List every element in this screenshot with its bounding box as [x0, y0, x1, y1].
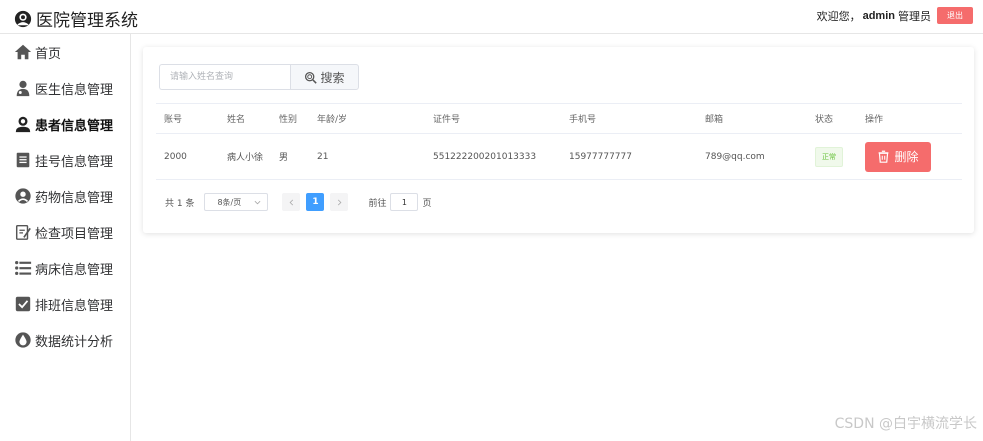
pagination-total: 共 1 条	[165, 198, 195, 209]
column-header: 邮箱	[697, 103, 807, 134]
delete-button-label: 删除	[894, 150, 919, 164]
table-header-row: 账号 姓名 性别 年龄/岁 证件号 手机号 邮箱 状态 操作	[156, 103, 962, 134]
username: admin	[862, 9, 895, 22]
sidebar-item-doctors[interactable]: 医生信息管理	[14, 75, 113, 101]
sidebar-item-registration[interactable]: 挂号信息管理	[14, 147, 113, 173]
cell-id-number: 551222200201013333	[425, 133, 561, 180]
app-title: 医院管理系统	[36, 11, 138, 31]
goto-label: 前往	[368, 198, 387, 209]
search-icon	[305, 71, 318, 84]
sidebar-item-label: 检查项目管理	[35, 226, 114, 242]
sidebar-item-label: 药物信息管理	[35, 190, 114, 206]
sidebar-item-home[interactable]: 首页	[14, 39, 61, 65]
sidebar-item-medicine[interactable]: 药物信息管理	[14, 183, 113, 209]
column-header: 账号	[156, 103, 219, 134]
top-header: 医院管理系统 欢迎您， admin 管理员 退出	[0, 0, 983, 34]
cell-email: 789@qq.com	[697, 133, 807, 180]
checklist-icon	[15, 224, 31, 240]
chevron-down-icon	[255, 200, 261, 204]
cell-account: 2000	[156, 133, 219, 180]
column-header: 性别	[271, 103, 309, 134]
delete-button[interactable]: 删除	[865, 141, 931, 172]
logout-button[interactable]: 退出	[937, 7, 973, 24]
cell-age: 21	[309, 133, 425, 180]
page-size-value: 8条/页	[217, 197, 242, 207]
cell-phone: 15977777777	[561, 133, 697, 180]
cell-name: 病人小徐	[219, 133, 271, 180]
trash-icon	[879, 150, 889, 163]
main-content: 请输入姓名查询 搜索 账号 姓名 性别 年龄/岁 证件号 手机号 邮箱 状态 操…	[131, 34, 983, 441]
sidebar-item-label: 医生信息管理	[35, 82, 114, 98]
sidebar-item-label: 排班信息管理	[35, 298, 114, 314]
column-header: 手机号	[561, 103, 697, 134]
sidebar: 首页 医生信息管理 患者信息管理 挂号信息管理 药物信息管理 检查项目管理 病床…	[0, 34, 131, 441]
column-header: 证件号	[425, 103, 561, 134]
patient-table: 账号 姓名 性别 年龄/岁 证件号 手机号 邮箱 状态 操作 2000 病人小徐…	[156, 103, 962, 180]
table-row: 2000 病人小徐 男 21 551222200201013333 159777…	[156, 133, 962, 180]
sidebar-item-beds[interactable]: 病床信息管理	[14, 255, 113, 281]
sidebar-item-label: 挂号信息管理	[35, 154, 114, 170]
column-header: 年龄/岁	[309, 103, 425, 134]
column-header: 状态	[807, 103, 857, 134]
sidebar-item-stats[interactable]: 数据统计分析	[14, 327, 113, 353]
sidebar-item-exams[interactable]: 检查项目管理	[14, 219, 113, 245]
search-button-label: 搜索	[320, 70, 345, 85]
medicine-icon	[15, 188, 31, 204]
sidebar-item-label: 数据统计分析	[35, 334, 114, 350]
page-number-button[interactable]: 1	[306, 193, 325, 211]
chevron-left-icon	[289, 199, 294, 205]
schedule-check-icon	[15, 296, 31, 312]
page-size-select[interactable]: 8条/页	[204, 193, 269, 211]
goto-page-input[interactable]: 1	[390, 193, 419, 211]
bed-list-icon	[15, 260, 32, 276]
watermark: CSDN @白宇横流学长	[834, 416, 977, 432]
cell-status: 正常	[807, 133, 857, 180]
patient-icon	[15, 116, 31, 133]
home-icon	[14, 44, 32, 60]
app-logo: 医院管理系统	[14, 6, 138, 31]
sidebar-item-label: 患者信息管理	[35, 118, 114, 134]
next-page-button[interactable]	[330, 193, 349, 211]
doctor-icon	[16, 80, 30, 97]
sidebar-item-patients[interactable]: 患者信息管理	[14, 111, 113, 137]
prev-page-button[interactable]	[282, 193, 301, 211]
patient-card: 请输入姓名查询 搜索 账号 姓名 性别 年龄/岁 证件号 手机号 邮箱 状态 操…	[143, 47, 974, 233]
status-badge: 正常	[815, 146, 843, 167]
sidebar-item-schedule[interactable]: 排班信息管理	[14, 291, 113, 317]
user-role: 管理员	[898, 10, 931, 23]
stats-drop-icon	[15, 332, 31, 348]
column-header: 操作	[857, 103, 962, 134]
column-header: 姓名	[219, 103, 271, 134]
sidebar-item-label: 首页	[35, 46, 62, 62]
register-icon	[16, 152, 30, 168]
user-area: 欢迎您， admin 管理员 退出	[817, 7, 973, 24]
chevron-right-icon	[337, 199, 342, 205]
sidebar-item-label: 病床信息管理	[35, 262, 114, 278]
cell-gender: 男	[271, 133, 309, 180]
page-unit-label: 页	[422, 198, 432, 209]
search-button[interactable]: 搜索	[290, 64, 359, 90]
pagination: 共 1 条 8条/页 1 前往 1 页	[165, 193, 431, 211]
doctor-logo-icon	[14, 10, 32, 27]
cell-action: 删除	[857, 133, 962, 180]
search-input[interactable]: 请输入姓名查询	[159, 64, 291, 90]
welcome-text: 欢迎您，	[816, 10, 861, 23]
